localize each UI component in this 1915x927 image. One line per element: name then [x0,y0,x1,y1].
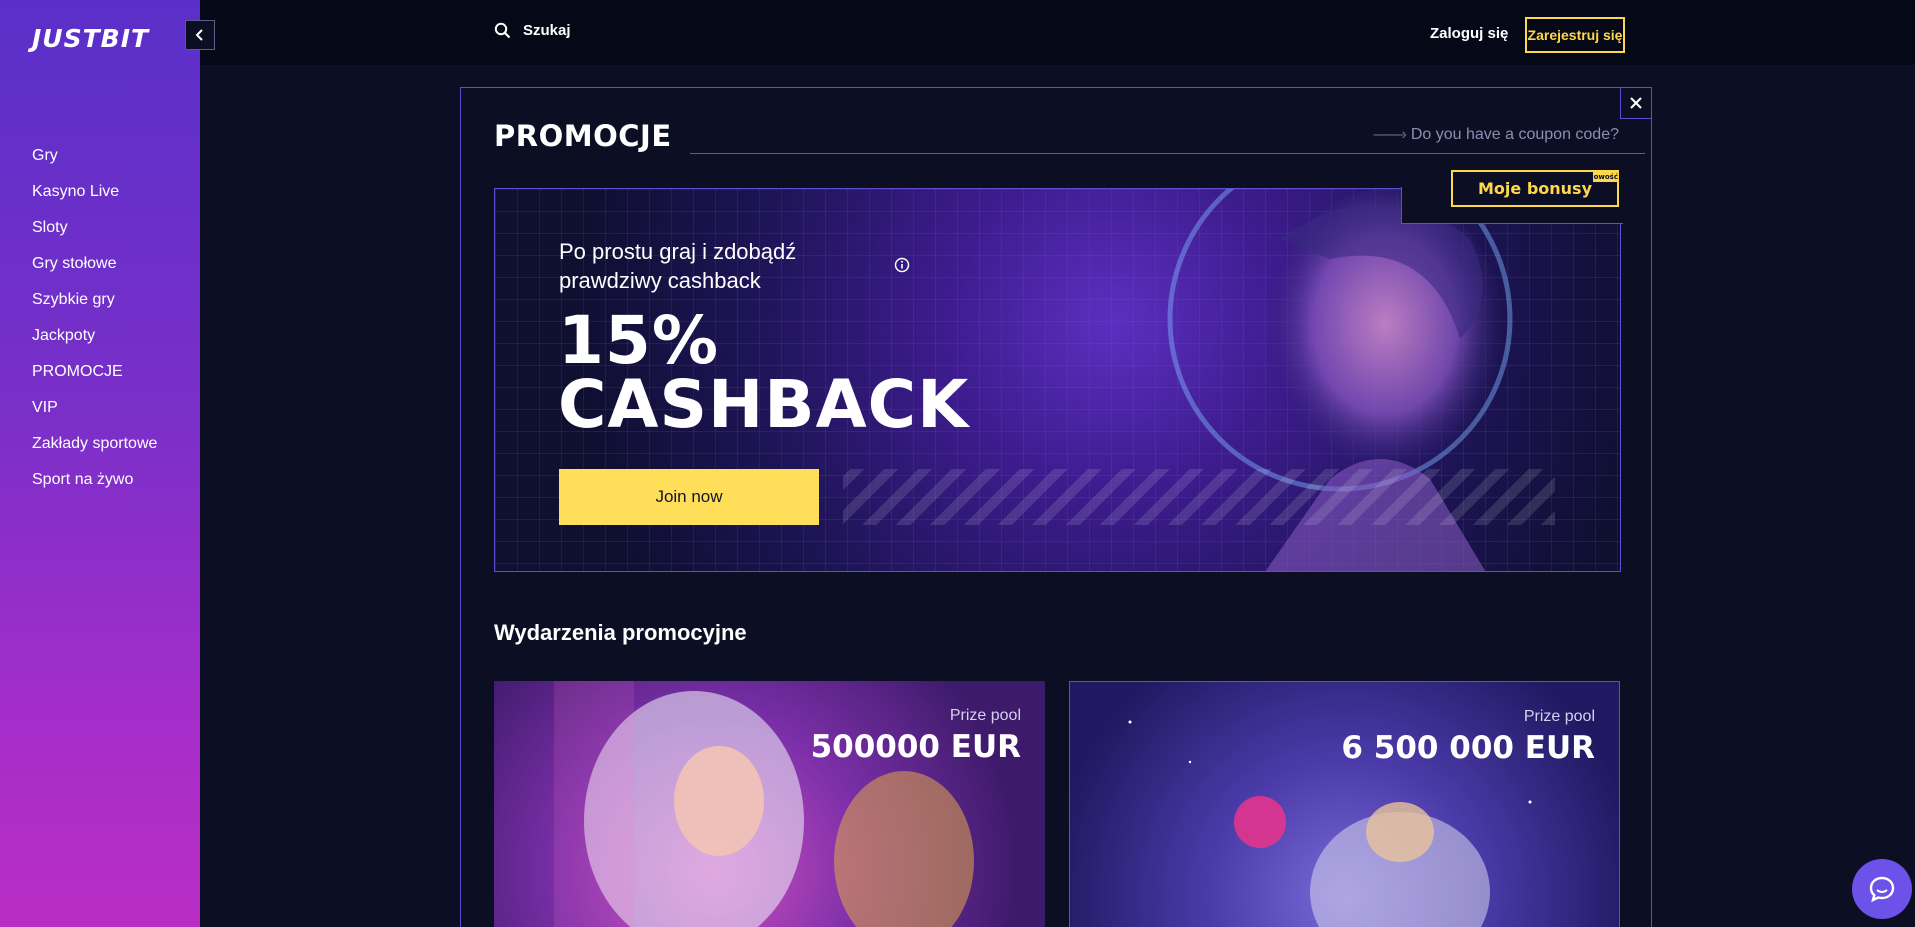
title-divider [690,153,1645,154]
my-bonuses-label: Moje bonusy [1478,179,1592,198]
banner-headline: 15% CASHBACK [558,302,970,443]
register-button[interactable]: Zarejestruj się [1525,17,1625,53]
search-label: Szukaj [523,22,571,39]
login-button[interactable]: Zaloguj się [1430,25,1508,42]
cashback-banner: Po prostu graj i zdobądź prawdziwy cashb… [494,188,1621,572]
topbar: Szukaj Zaloguj się Zarejestruj się [200,0,1915,65]
sidebar-item-gry-stolowe[interactable]: Gry stołowe [32,253,157,289]
search-button[interactable]: Szukaj [494,22,571,39]
promotions-modal: PROMOCJE ——› Do you have a coupon code? … [460,87,1652,927]
close-button[interactable] [1620,87,1652,119]
close-icon [1630,97,1642,109]
chevron-left-icon [195,29,203,41]
banner-subtitle: Po prostu graj i zdobądź prawdziwy cashb… [559,239,797,293]
event-card[interactable]: Prize pool 6 500 000 EUR [1069,681,1620,927]
sidebar-item-promocje[interactable]: PROMOCJE [32,361,157,397]
sidebar-item-szybkie-gry[interactable]: Szybkie gry [32,289,157,325]
sidebar-item-gry[interactable]: Gry [32,145,157,181]
chat-icon [1869,876,1895,903]
join-now-button[interactable]: Join now [559,469,819,525]
prize-pool-value: 6 500 000 EUR [1341,730,1595,766]
sidebar-item-jackpoty[interactable]: Jackpoty [32,325,157,361]
search-icon [494,22,511,39]
event-card[interactable]: Prize pool 500000 EUR [494,681,1045,927]
decorative-stripes [843,469,1555,525]
sidebar-nav: Gry Kasyno Live Sloty Gry stołowe Szybki… [32,145,157,505]
sidebar-item-sport-na-zywo[interactable]: Sport na żywo [32,469,157,505]
sidebar-item-kasyno-live[interactable]: Kasyno Live [32,181,157,217]
logo[interactable]: JUSTBIT [32,24,149,53]
sidebar-item-sloty[interactable]: Sloty [32,217,157,253]
sidebar: JUSTBIT Gry Kasyno Live Sloty Gry stołow… [0,0,200,927]
live-chat-button[interactable] [1852,859,1912,919]
banner-headline-percent: 15% [558,302,719,379]
banner-headline-text: CASHBACK [558,366,970,443]
new-badge: owość [1592,172,1619,182]
info-icon[interactable] [894,257,910,273]
prize-pool-label: Prize pool [949,707,1021,724]
prize-pool-label: Prize pool [1523,708,1595,725]
arrow-right-icon: ——› [1373,126,1407,143]
my-bonuses-button[interactable]: Moje bonusy owość [1451,170,1619,207]
coupon-label: Do you have a coupon code? [1410,126,1619,143]
sidebar-item-vip[interactable]: VIP [32,397,157,433]
prize-pool-value: 500000 EUR [810,729,1021,765]
events-title: Wydarzenia promocyjne [494,620,747,645]
collapse-sidebar-button[interactable] [185,20,215,50]
page-title: PROMOCJE [494,119,672,153]
sidebar-item-zaklady-sportowe[interactable]: Zakłady sportowe [32,433,157,469]
coupon-link[interactable]: ——› Do you have a coupon code? [1374,126,1619,144]
